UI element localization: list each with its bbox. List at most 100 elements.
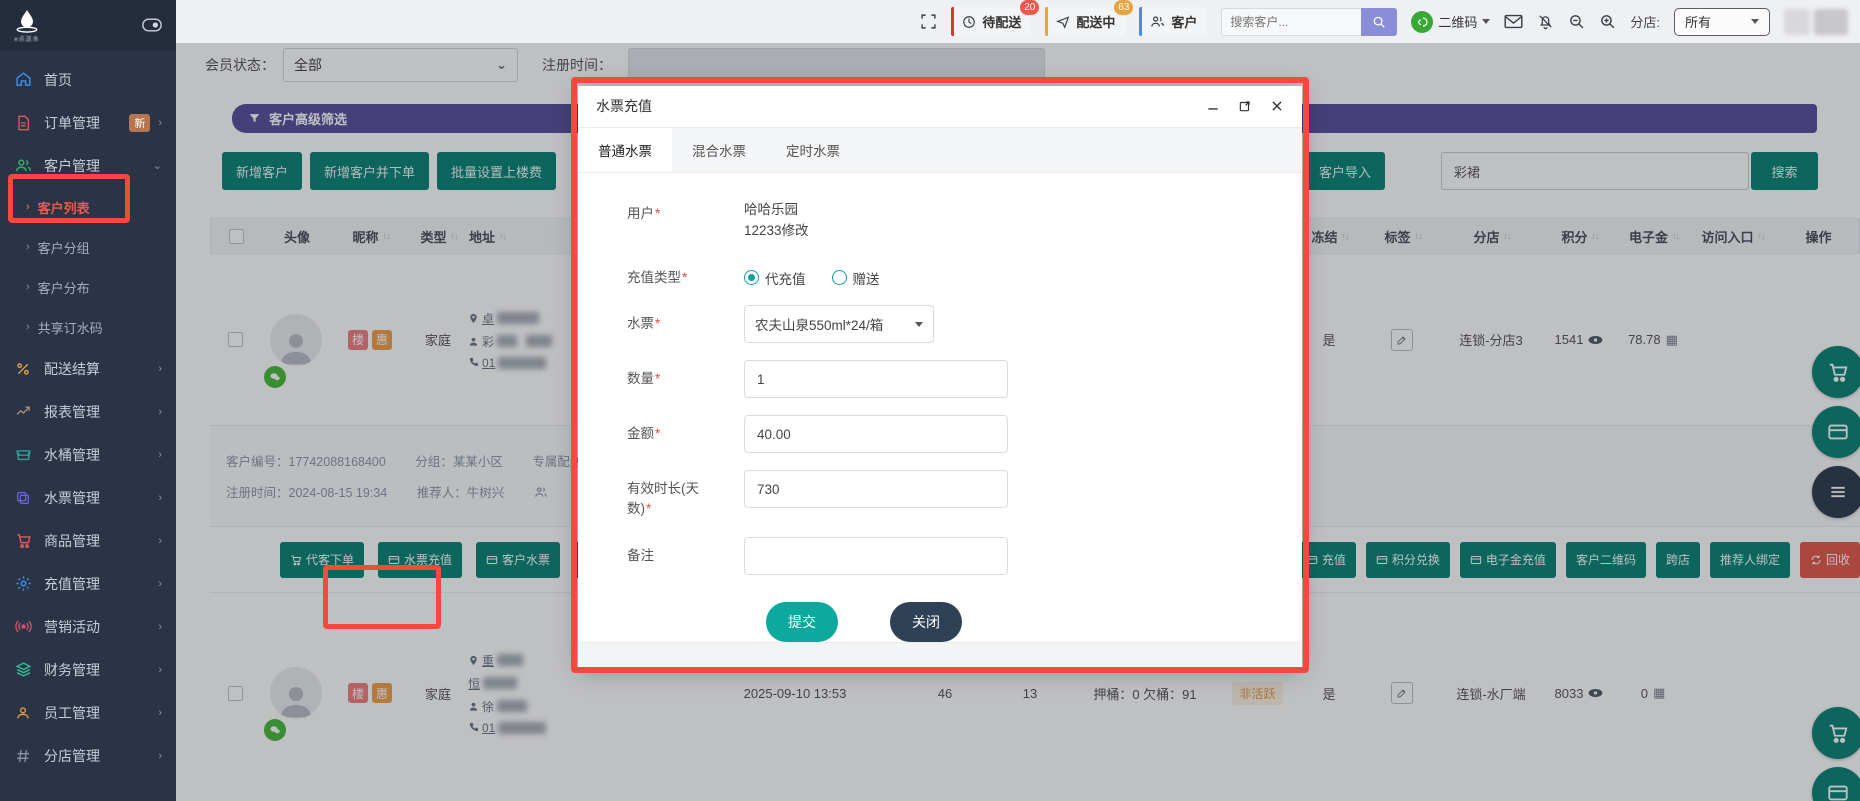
- recycle-button[interactable]: 回收: [1799, 541, 1860, 578]
- sidebar-item-marketing[interactable]: 营销活动 ›: [0, 605, 176, 648]
- customer-tickets-button[interactable]: 客户水票: [476, 541, 561, 578]
- modal-title: 水票充值: [596, 98, 652, 115]
- mail-icon[interactable]: [1504, 14, 1523, 29]
- sort-icon[interactable]: ↑↓: [451, 231, 459, 241]
- col-type[interactable]: 类型 ↑↓: [409, 227, 469, 246]
- ticket-select[interactable]: 农夫山泉550ml*24/箱: [744, 305, 934, 344]
- add-customer-button[interactable]: 新增客户: [222, 152, 303, 190]
- sidebar-item-water-tickets[interactable]: 水票管理 ›: [0, 476, 176, 519]
- wallet-grid-icon[interactable]: ▦: [1666, 332, 1678, 348]
- sidebar-item-delivery-settlement[interactable]: 配送结算 ›: [0, 347, 176, 390]
- sidebar-item-reports[interactable]: 报表管理 ›: [0, 390, 176, 433]
- sidebar-item-orders[interactable]: 订单管理 新 ›: [0, 101, 176, 144]
- notifications-off-icon[interactable]: [1537, 13, 1554, 30]
- valid-days-input[interactable]: [744, 470, 1008, 509]
- quantity-input[interactable]: [744, 360, 1008, 399]
- minimize-icon[interactable]: [1206, 99, 1220, 113]
- sidebar-item-products[interactable]: 商品管理 ›: [0, 519, 176, 562]
- col-nick[interactable]: 昵称 ↑↓: [333, 227, 409, 246]
- qr-code-menu[interactable]: 二维码: [1411, 10, 1491, 33]
- pending-delivery-button[interactable]: 待配送 20: [951, 0, 1040, 36]
- remark-input[interactable]: [744, 536, 1008, 575]
- sidebar-item-home[interactable]: 首页: [0, 58, 176, 101]
- delivering-button[interactable]: 配送中 63: [1045, 0, 1134, 36]
- sort-icon[interactable]: ↑↓: [1504, 231, 1512, 241]
- fullscreen-icon[interactable]: [920, 13, 937, 30]
- eye-icon[interactable]: [1588, 688, 1603, 698]
- user-avatar[interactable]: [1784, 8, 1848, 35]
- water-ticket-recharge-button[interactable]: 水票充值: [378, 541, 463, 578]
- zoom-in-icon[interactable]: [1599, 13, 1616, 30]
- radio-recharge-for[interactable]: 代充值: [744, 268, 806, 288]
- add-customer-order-button[interactable]: 新增客户并下单: [310, 152, 430, 190]
- sidebar-item-customer-distribution[interactable]: › 客户分布: [0, 267, 176, 307]
- sidebar-toggle-icon[interactable]: [142, 18, 162, 32]
- people-icon[interactable]: [534, 486, 548, 498]
- keyword-input[interactable]: [1441, 152, 1749, 190]
- sidebar-item-buckets[interactable]: 水桶管理 ›: [0, 433, 176, 476]
- search-button[interactable]: [1361, 7, 1398, 36]
- eye-icon[interactable]: [1588, 335, 1603, 345]
- edit-tag-button[interactable]: [1391, 682, 1413, 704]
- funnel-icon: [249, 114, 260, 123]
- wallet-grid-icon[interactable]: ▦: [1653, 685, 1665, 701]
- select-all-checkbox[interactable]: [228, 228, 244, 244]
- ticket-recharge-fab[interactable]: [1812, 767, 1860, 801]
- sort-icon[interactable]: ↑↓: [1672, 231, 1680, 241]
- col-tag[interactable]: 标签 ↑↓: [1364, 227, 1442, 246]
- table-search-button[interactable]: 搜索: [1751, 152, 1818, 190]
- branch-select[interactable]: 所有: [1674, 7, 1770, 36]
- amount-input[interactable]: [744, 415, 1008, 454]
- zoom-out-icon[interactable]: [1568, 13, 1585, 30]
- sort-icon[interactable]: ↑↓: [1592, 231, 1600, 241]
- recharge-button[interactable]: 充值: [1295, 541, 1356, 578]
- sidebar-item-recharge[interactable]: 充值管理 ›: [0, 562, 176, 605]
- maximize-icon[interactable]: [1238, 99, 1252, 113]
- cross-store-button[interactable]: 跨店: [1655, 541, 1700, 578]
- bind-referrer-button[interactable]: 推荐人绑定: [1709, 541, 1790, 578]
- member-status-select[interactable]: 全部 ⌄: [283, 48, 518, 82]
- ticket-recharge-fab[interactable]: [1812, 405, 1860, 458]
- tab-normal-ticket[interactable]: 普通水票: [578, 127, 672, 172]
- sort-icon[interactable]: ↑↓: [1758, 231, 1766, 241]
- emoney-recharge-button[interactable]: 电子金充值: [1459, 541, 1556, 578]
- col-branch[interactable]: 分店 ↑↓: [1442, 227, 1542, 246]
- col-points[interactable]: 积分 ↑↓: [1542, 227, 1618, 246]
- order-for-customer-fab[interactable]: [1812, 707, 1860, 759]
- row-checkbox[interactable]: [227, 332, 243, 347]
- order-for-customer-fab[interactable]: [1812, 345, 1860, 398]
- sidebar-item-customer-list[interactable]: › 客户列表: [0, 187, 176, 227]
- sidebar-item-finance[interactable]: 财务管理 ›: [0, 648, 176, 691]
- tab-mixed-ticket[interactable]: 混合水票: [672, 128, 766, 172]
- radio-gift[interactable]: 赠送: [831, 268, 880, 288]
- sidebar-item-employees[interactable]: 员工管理 ›: [0, 691, 176, 734]
- register-time-input[interactable]: [628, 48, 1045, 82]
- col-entry[interactable]: 访问入口 ↑↓: [1690, 227, 1776, 246]
- sidebar-item-branches[interactable]: 分店管理 ›: [0, 734, 176, 777]
- sidebar-item-customers[interactable]: 客户管理 ⌄: [0, 144, 176, 187]
- sort-icon[interactable]: ↑↓: [1342, 231, 1350, 241]
- sort-icon[interactable]: ↑↓: [499, 231, 507, 241]
- sort-icon[interactable]: ↑↓: [383, 231, 391, 241]
- edit-tag-button[interactable]: [1391, 328, 1413, 351]
- more-actions-fab[interactable]: [1812, 465, 1860, 518]
- customer-import-button[interactable]: 客户导入: [1305, 152, 1386, 190]
- tab-timed-ticket[interactable]: 定时水票: [766, 128, 860, 172]
- customers-button[interactable]: 客户: [1139, 7, 1208, 36]
- batch-stairs-fee-button[interactable]: 批量设置上楼费: [437, 152, 557, 190]
- col-emoney[interactable]: 电子金 ↑↓: [1618, 227, 1690, 246]
- close-icon[interactable]: [1270, 99, 1284, 113]
- customer-qr-button[interactable]: 客户二维码: [1565, 541, 1646, 578]
- sidebar-item-shared-water-code[interactable]: › 共享订水码: [0, 307, 176, 347]
- cart-icon: [291, 555, 302, 565]
- col-frozen[interactable]: 冻结 ↑↓: [1296, 227, 1364, 246]
- submit-button[interactable]: 提交: [766, 601, 838, 642]
- points-exchange-button[interactable]: 积分兑换: [1365, 541, 1450, 578]
- close-button[interactable]: 关闭: [890, 601, 962, 642]
- customer-search-input[interactable]: [1221, 7, 1362, 36]
- order-for-customer-button[interactable]: 代客下单: [280, 541, 365, 578]
- sort-icon[interactable]: ↑↓: [1415, 231, 1423, 241]
- person-icon: [469, 702, 478, 711]
- sidebar-item-customer-groups[interactable]: › 客户分组: [0, 227, 176, 267]
- row-checkbox[interactable]: [227, 685, 243, 701]
